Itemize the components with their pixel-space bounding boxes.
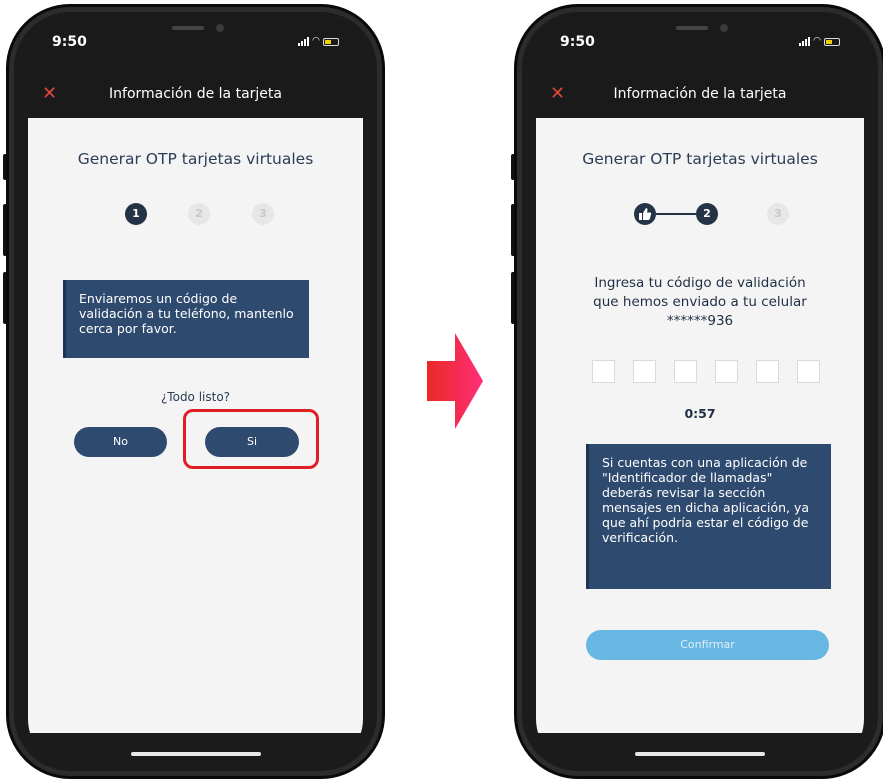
page-title: Generar OTP tarjetas virtuales (77, 150, 314, 168)
signal-icon (298, 37, 310, 46)
speaker (171, 26, 204, 30)
otp-prompt: Ingresa tu código de validación que hemo… (593, 275, 807, 329)
highlight-box (183, 409, 319, 469)
info-message: Enviaremos un código de validación a tu … (63, 280, 309, 358)
info-message: Si cuentas con una aplicación de "Identi… (586, 444, 831, 589)
battery-icon (323, 37, 339, 46)
signal-icon (799, 37, 811, 46)
otp-digit-2[interactable] (633, 360, 656, 383)
home-indicator (635, 752, 765, 756)
phone-left: 9:50 ◠ ✕ Información de la tarjeta Gener… (3, 4, 385, 779)
phone-right: 9:50 ◠ ✕ Información de la tarjeta Gener… (511, 4, 883, 779)
otp-digit-4[interactable] (715, 360, 738, 383)
status-bar: 9:50 ◠ (536, 14, 864, 74)
screen: 9:50 ◠ ✕ Información de la tarjeta Gener… (28, 14, 363, 767)
otp-digit-3[interactable] (674, 360, 697, 383)
content: Generar OTP tarjetas virtuales 1 2 3 Env… (28, 118, 363, 733)
arrow-right-icon (427, 333, 483, 429)
countdown-timer: 0:57 (684, 406, 716, 421)
nav-bar: ✕ Información de la tarjeta (28, 74, 363, 118)
step-1: 1 (125, 203, 147, 225)
step-3: 3 (252, 203, 274, 225)
status-bar: 9:50 ◠ (28, 14, 363, 74)
wifi-icon: ◠ (813, 36, 821, 46)
otp-digit-1[interactable] (592, 360, 615, 383)
home-indicator (130, 752, 261, 756)
otp-digit-6[interactable] (797, 360, 820, 383)
otp-input-row (592, 360, 820, 383)
otp-digit-5[interactable] (756, 360, 779, 383)
nav-title: Información de la tarjeta (613, 86, 787, 102)
battery-icon (824, 37, 840, 46)
step-connector (656, 213, 696, 215)
thumbs-up-icon (639, 208, 652, 220)
nav-bar: ✕ Información de la tarjeta (536, 74, 864, 118)
step-2: 2 (188, 203, 210, 225)
status-icons: ◠ (298, 37, 339, 46)
ready-question: ¿Todo listo? (160, 390, 231, 404)
status-time: 9:50 (560, 34, 595, 50)
nav-title: Información de la tarjeta (109, 86, 282, 102)
confirm-button[interactable]: Confirmar (586, 630, 829, 660)
speaker (676, 26, 708, 30)
camera (720, 24, 728, 32)
content: Generar OTP tarjetas virtuales 2 3 Ingre… (536, 118, 864, 733)
step-2: 2 (696, 203, 718, 225)
screen: 9:50 ◠ ✕ Información de la tarjeta Gener… (536, 14, 864, 767)
page-title: Generar OTP tarjetas virtuales (582, 150, 818, 168)
status-time: 9:50 (52, 34, 87, 50)
no-button[interactable]: No (74, 427, 167, 457)
wifi-icon: ◠ (312, 36, 320, 46)
step-1-done (634, 203, 656, 225)
status-icons: ◠ (799, 37, 840, 46)
camera (215, 24, 224, 32)
step-3: 3 (767, 203, 789, 225)
